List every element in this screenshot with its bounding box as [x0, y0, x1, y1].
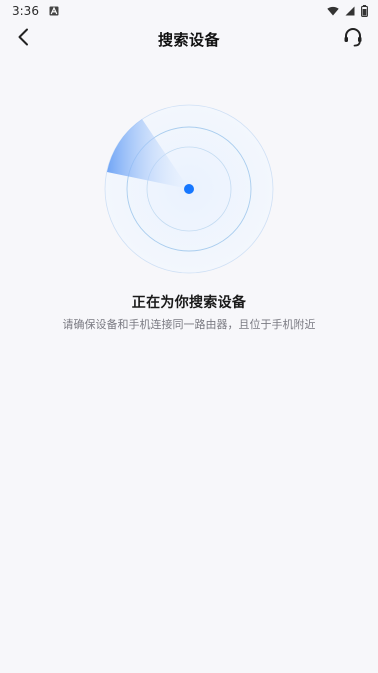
radar-scanner [104, 104, 274, 274]
search-hint-text: 请确保设备和手机连接同一路由器，且位于手机附近 [62, 318, 316, 331]
customer-support-button[interactable] [338, 24, 368, 54]
status-left: 3:36 [12, 4, 59, 18]
wifi-icon [327, 6, 339, 16]
headset-icon [342, 26, 364, 52]
battery-icon [361, 5, 368, 17]
search-status-title: 正在为你搜索设备 [131, 295, 247, 311]
a-icon [49, 6, 59, 16]
status-right [327, 5, 368, 17]
status-time: 3:36 [12, 4, 39, 18]
signal-icon [345, 6, 355, 16]
radar-center-dot [184, 184, 194, 194]
status-bar: 3:36 [0, 0, 378, 22]
back-button[interactable] [8, 24, 38, 54]
chevron-left-icon [17, 28, 29, 50]
page-title: 搜索设备 [157, 30, 220, 49]
nav-bar: 搜索设备 [0, 22, 378, 56]
